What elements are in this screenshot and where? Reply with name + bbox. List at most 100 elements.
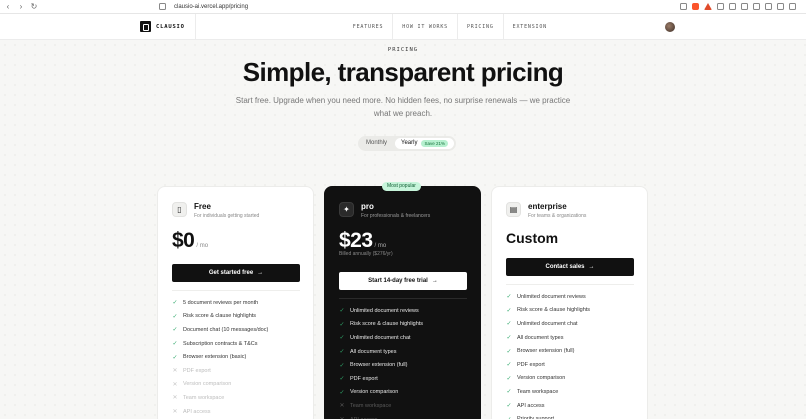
billing-toggle: Monthly Yearly Save 21% — [358, 136, 456, 151]
check-icon: ✓ — [506, 403, 512, 410]
check-icon: ✓ — [506, 335, 512, 342]
feature-item: ✓ Document chat (10 messages/doc) — [172, 323, 268, 337]
logo-icon — [140, 21, 151, 32]
reload-icon[interactable]: ↻ — [29, 2, 39, 12]
feature-label: Team workspace — [517, 388, 559, 395]
feature-item: ✓ Unlimited document chat — [339, 331, 423, 345]
menu-icon[interactable] — [789, 3, 796, 10]
most-popular-badge: Most popular — [382, 182, 421, 191]
brave-shield-icon[interactable] — [692, 3, 699, 10]
address-bar[interactable]: clausio-ai.vercel.app/pricing — [159, 3, 248, 10]
feature-label: Risk score & clause highlights — [517, 307, 591, 314]
feature-item: ✓ Risk score & clause highlights — [339, 318, 423, 332]
feature-label: All document types — [517, 334, 564, 341]
feature-item: ✕ API access — [172, 405, 268, 419]
pricing-eyebrow: PRICING — [387, 47, 419, 53]
plan-card-enterprise: ▤ enterprise For teams & organizations C… — [491, 186, 648, 419]
cta-label: Start 14-day free trial — [368, 278, 428, 284]
feature-item: ✕ Team workspace — [172, 391, 268, 405]
check-icon: ✓ — [506, 321, 512, 328]
sidebar-icon[interactable] — [765, 3, 772, 10]
start-trial-button[interactable]: Start 14-day free trial → — [339, 272, 467, 290]
feature-item: ✓ Risk score & clause highlights — [172, 310, 268, 324]
arrow-right-icon: → — [588, 264, 595, 270]
nav-extension[interactable]: EXTENSION — [502, 13, 556, 40]
plan-price: Custom — [506, 230, 559, 246]
feature-label: All document types — [350, 348, 397, 355]
plan-description: For individuals getting started — [194, 213, 260, 219]
feature-item: ✓ All document types — [506, 331, 590, 345]
feature-item: ✕ PDF export — [172, 364, 268, 378]
check-icon: ✓ — [172, 300, 178, 307]
feature-item: ✓ Unlimited document chat — [506, 317, 590, 331]
downloads-icon[interactable] — [741, 3, 748, 10]
feature-label: Subscription contracts & T&Cs — [183, 340, 258, 347]
feature-label: PDF export — [183, 367, 211, 374]
chat-icon[interactable] — [729, 3, 736, 10]
feature-list: ✓ Unlimited document reviews ✓ Risk score &… — [506, 290, 590, 419]
check-icon: ✓ — [506, 307, 512, 314]
check-icon: ✓ — [506, 375, 512, 382]
toggle-yearly-label: Yearly — [401, 140, 418, 146]
brave-rewards-icon[interactable] — [704, 3, 712, 10]
logo-text: CLAUSIO — [156, 23, 185, 30]
toggle-monthly[interactable]: Monthly — [360, 138, 393, 149]
wallet-icon[interactable] — [777, 3, 784, 10]
forward-icon[interactable]: › — [16, 2, 26, 12]
plan-name: pro — [361, 202, 374, 211]
nav-pricing[interactable]: PRICING — [457, 13, 503, 40]
feature-item: ✓ API access — [506, 399, 590, 413]
feature-item: ✓Priority support — [506, 412, 590, 419]
back-icon[interactable]: ‹ — [3, 2, 13, 12]
feature-item: ✓ 5 document reviews per month — [172, 296, 268, 310]
feature-item: ✓ Unlimited document reviews — [506, 290, 590, 304]
arrow-right-icon: → — [257, 270, 264, 276]
billing-note: Billed annually ($276/yr) — [339, 251, 393, 257]
check-icon: ✓ — [506, 348, 512, 355]
feature-label: Unlimited document chat — [350, 334, 411, 341]
check-icon: ✓ — [339, 335, 345, 342]
get-started-free-button[interactable]: Get started free → — [172, 264, 300, 282]
sparkle-icon: ✦ — [339, 202, 354, 217]
feature-label: PDF export — [350, 375, 378, 382]
divider — [506, 284, 634, 285]
nav-features[interactable]: FEATURES — [344, 14, 392, 40]
feature-item: ✓ Version comparison — [506, 372, 590, 386]
feature-item: ✓ Unlimited document reviews — [339, 304, 423, 318]
feature-label: Version comparison — [183, 381, 232, 388]
feature-item: ✓ Version comparison — [339, 386, 423, 400]
feature-label: Browser extension (basic) — [183, 354, 247, 361]
avatar[interactable] — [665, 22, 675, 32]
plan-name: enterprise — [528, 202, 567, 211]
logo[interactable]: CLAUSIO — [140, 21, 185, 32]
feature-label: API access — [517, 402, 545, 409]
feature-item: ✕ Version comparison — [172, 378, 268, 392]
screenshot-icon[interactable] — [753, 3, 760, 10]
feature-label: Team workspace — [350, 402, 392, 409]
check-icon: ✓ — [506, 362, 512, 369]
check-icon: ✓ — [172, 354, 178, 361]
feature-label: Unlimited document chat — [517, 320, 578, 327]
price-unit: / mo — [196, 243, 209, 249]
feature-item: ✓ All document types — [339, 345, 423, 359]
bookmark-icon[interactable] — [159, 3, 166, 10]
feature-label: Browser extension (full) — [350, 362, 408, 369]
divider — [339, 298, 467, 299]
feature-item: ✕ Team workspace — [339, 399, 423, 413]
page-title: Simple, transparent pricing — [242, 57, 564, 87]
extensions-icon[interactable] — [717, 3, 724, 10]
nav-how-it-works[interactable]: HOW IT WORKS — [392, 13, 457, 40]
save-badge: Save 21% — [421, 140, 448, 147]
feature-label: Unlimited document reviews — [350, 307, 419, 314]
feature-label: Team workspace — [183, 394, 225, 401]
feature-label: Risk score & clause highlights — [183, 313, 257, 320]
share-icon[interactable] — [680, 3, 687, 10]
feature-label: Version comparison — [350, 389, 399, 396]
plan-card-pro: ✦ pro For professionals & freelancers $2… — [324, 186, 481, 419]
contact-sales-button[interactable]: Contact sales → — [506, 258, 634, 276]
toggle-yearly[interactable]: Yearly Save 21% — [395, 138, 454, 149]
check-icon: ✓ — [172, 313, 178, 320]
x-icon: ✕ — [172, 381, 178, 388]
url-text[interactable]: clausio-ai.vercel.app/pricing — [174, 4, 248, 10]
feature-label: API access — [183, 408, 211, 415]
